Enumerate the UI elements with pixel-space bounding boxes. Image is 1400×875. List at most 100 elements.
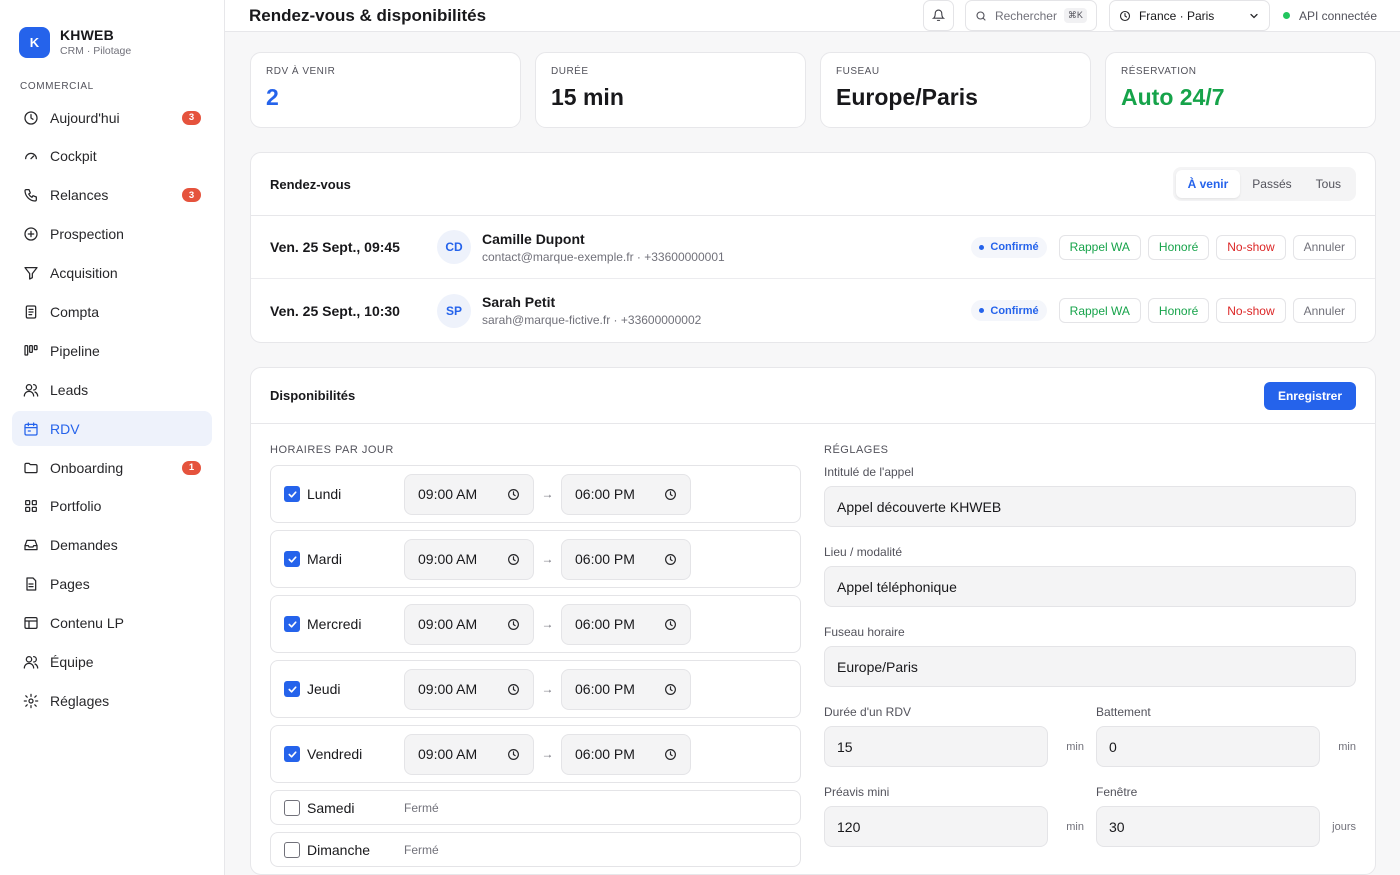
day-row: Lundi 09:00 AM → 06:00 PM bbox=[270, 465, 801, 523]
brand-name: KHWEB bbox=[60, 27, 114, 43]
status-dot bbox=[979, 244, 985, 250]
appointments-tabs: À venir Passés Tous bbox=[1172, 167, 1356, 201]
filter-icon bbox=[24, 267, 38, 280]
sidebar-item-pipeline[interactable]: Pipeline bbox=[12, 333, 212, 368]
day-name: Samedi bbox=[307, 799, 355, 816]
phone-icon bbox=[24, 189, 37, 202]
timezone-select[interactable]: France · Paris bbox=[1108, 0, 1270, 31]
day-row: Samedi Fermé bbox=[270, 790, 801, 825]
tab-all[interactable]: Tous bbox=[1304, 170, 1353, 198]
search-input[interactable]: Rechercher ⌘K bbox=[964, 0, 1097, 31]
search-icon bbox=[976, 10, 986, 21]
location-input[interactable]: Appel téléphonique bbox=[824, 566, 1356, 607]
stat-label: RDV À VENIR bbox=[266, 66, 336, 77]
status-label: Confirmé bbox=[990, 241, 1039, 253]
sidebar-item-compta[interactable]: Compta bbox=[12, 294, 212, 329]
sidebar-item-reglages[interactable]: Réglages bbox=[12, 683, 212, 718]
appointment-row[interactable]: Ven. 25 Sept., 10:30 SP Sarah Petit sara… bbox=[251, 279, 1375, 342]
stat-value: 2 bbox=[266, 84, 279, 110]
brand-subtitle: CRM · Pilotage bbox=[60, 45, 132, 57]
day-checkbox[interactable] bbox=[284, 841, 300, 858]
page-title: Rendez-vous & disponibilités bbox=[249, 5, 487, 25]
timezone-input[interactable]: Europe/Paris bbox=[824, 646, 1356, 687]
end-time-value: 06:00 PM bbox=[575, 486, 635, 502]
status-badge: Confirmé bbox=[971, 236, 1047, 258]
mark-noshow-button[interactable]: No-show bbox=[1216, 234, 1286, 260]
sidebar-item-demandes[interactable]: Demandes bbox=[12, 528, 212, 563]
mark-honored-button[interactable]: Honoré bbox=[1147, 298, 1210, 323]
topbar: Rendez-vous & disponibilités Rechercher … bbox=[225, 0, 1400, 32]
sidebar-item-leads[interactable]: Leads bbox=[12, 372, 212, 407]
end-time-input[interactable]: 06:00 PM bbox=[561, 538, 691, 580]
mark-honored-button[interactable]: Honoré bbox=[1147, 234, 1210, 260]
start-time-value: 09:00 AM bbox=[418, 486, 478, 502]
tab-past[interactable]: Passés bbox=[1240, 170, 1303, 198]
sidebar-item-contenu-lp[interactable]: Contenu LP bbox=[12, 606, 212, 641]
day-name: Lundi bbox=[307, 486, 342, 502]
sidebar-item-portfolio[interactable]: Portfolio bbox=[12, 489, 212, 524]
sidebar-item-label: Leads bbox=[50, 381, 89, 398]
end-time-input[interactable]: 06:00 PM bbox=[561, 473, 691, 515]
brand[interactable]: K KHWEB CRM · Pilotage bbox=[0, 0, 224, 66]
arrow-right-icon: → bbox=[541, 617, 554, 631]
end-time-input[interactable]: 06:00 PM bbox=[561, 603, 691, 645]
sidebar-item-label: Cockpit bbox=[50, 148, 97, 165]
start-time-input[interactable]: 09:00 AM bbox=[404, 473, 534, 515]
day-checkbox[interactable] bbox=[284, 799, 300, 816]
cancel-button[interactable]: Annuler bbox=[1292, 298, 1356, 323]
notice-input[interactable]: 120 bbox=[824, 806, 1048, 847]
end-time-value: 06:00 PM bbox=[575, 616, 635, 632]
sidebar-item-pages[interactable]: Pages bbox=[12, 567, 212, 602]
day-checkbox[interactable] bbox=[284, 616, 300, 632]
start-time-input[interactable]: 09:00 AM bbox=[404, 733, 534, 775]
bell-icon bbox=[931, 9, 945, 21]
day-checkbox[interactable] bbox=[284, 681, 300, 697]
appointments-list: Ven. 25 Sept., 09:45 CD Camille Dupont c… bbox=[251, 216, 1375, 342]
folder-icon bbox=[24, 462, 38, 473]
appointment-row[interactable]: Ven. 25 Sept., 09:45 CD Camille Dupont c… bbox=[251, 216, 1375, 279]
sidebar-item-label: Pipeline bbox=[50, 342, 100, 359]
sidebar-section-label: COMMERCIAL bbox=[20, 81, 94, 92]
notifications-button[interactable] bbox=[922, 0, 954, 31]
end-time-input[interactable]: 06:00 PM bbox=[561, 668, 691, 710]
start-time-value: 09:00 AM bbox=[418, 551, 478, 567]
window-input[interactable]: 30 bbox=[1096, 806, 1320, 847]
sidebar-item-aujourd-hui[interactable]: Aujourd'hui 3 bbox=[12, 100, 212, 135]
inbox-icon bbox=[24, 539, 38, 551]
buffer-input[interactable]: 0 bbox=[1096, 726, 1320, 767]
end-time-input[interactable]: 06:00 PM bbox=[561, 733, 691, 775]
sidebar-item-acquisition[interactable]: Acquisition bbox=[12, 256, 212, 291]
start-time-input[interactable]: 09:00 AM bbox=[404, 603, 534, 645]
reminder-whatsapp-button[interactable]: Rappel WA bbox=[1058, 298, 1141, 323]
gear-icon bbox=[23, 693, 39, 709]
stat-label: RÉSERVATION bbox=[1121, 66, 1197, 77]
notice-unit: min bbox=[1066, 820, 1084, 833]
start-time-value: 09:00 AM bbox=[418, 616, 478, 632]
day-name: Dimanche bbox=[307, 841, 371, 858]
arrow-right-icon: → bbox=[541, 747, 554, 761]
sidebar-item-cockpit[interactable]: Cockpit bbox=[12, 139, 212, 174]
reminder-whatsapp-button[interactable]: Rappel WA bbox=[1058, 234, 1141, 260]
sidebar-item-onboarding[interactable]: Onboarding 1 bbox=[12, 450, 212, 485]
day-checkbox[interactable] bbox=[284, 746, 300, 762]
sidebar-item-rdv[interactable]: RDV bbox=[12, 411, 212, 447]
appointments-card: Rendez-vous À venir Passés Tous Ven. 25 Se… bbox=[250, 152, 1376, 343]
start-time-input[interactable]: 09:00 AM bbox=[404, 538, 534, 580]
day-checkbox[interactable] bbox=[284, 551, 300, 567]
stat-value: 15 min bbox=[551, 84, 624, 110]
stat-card: FUSEAU Europe/Paris bbox=[820, 52, 1091, 128]
start-time-input[interactable]: 09:00 AM bbox=[404, 668, 534, 710]
day-checkbox[interactable] bbox=[284, 486, 300, 502]
sidebar-item-relances[interactable]: Relances 3 bbox=[12, 178, 212, 213]
mark-noshow-button[interactable]: No-show bbox=[1216, 298, 1286, 323]
location-label: Lieu / modalité bbox=[824, 545, 903, 559]
stat-label: DURÉE bbox=[551, 66, 589, 77]
day-row: Jeudi 09:00 AM → 06:00 PM bbox=[270, 660, 801, 718]
cancel-button[interactable]: Annuler bbox=[1292, 234, 1356, 260]
call-title-input[interactable]: Appel découverte KHWEB bbox=[824, 486, 1356, 527]
save-button[interactable]: Enregistrer bbox=[1263, 381, 1356, 410]
tab-upcoming[interactable]: À venir bbox=[1175, 170, 1241, 198]
sidebar-item-equipe[interactable]: Équipe bbox=[12, 644, 212, 679]
sidebar-item-prospection[interactable]: Prospection bbox=[12, 217, 212, 252]
duration-input[interactable]: 15 bbox=[824, 726, 1048, 767]
